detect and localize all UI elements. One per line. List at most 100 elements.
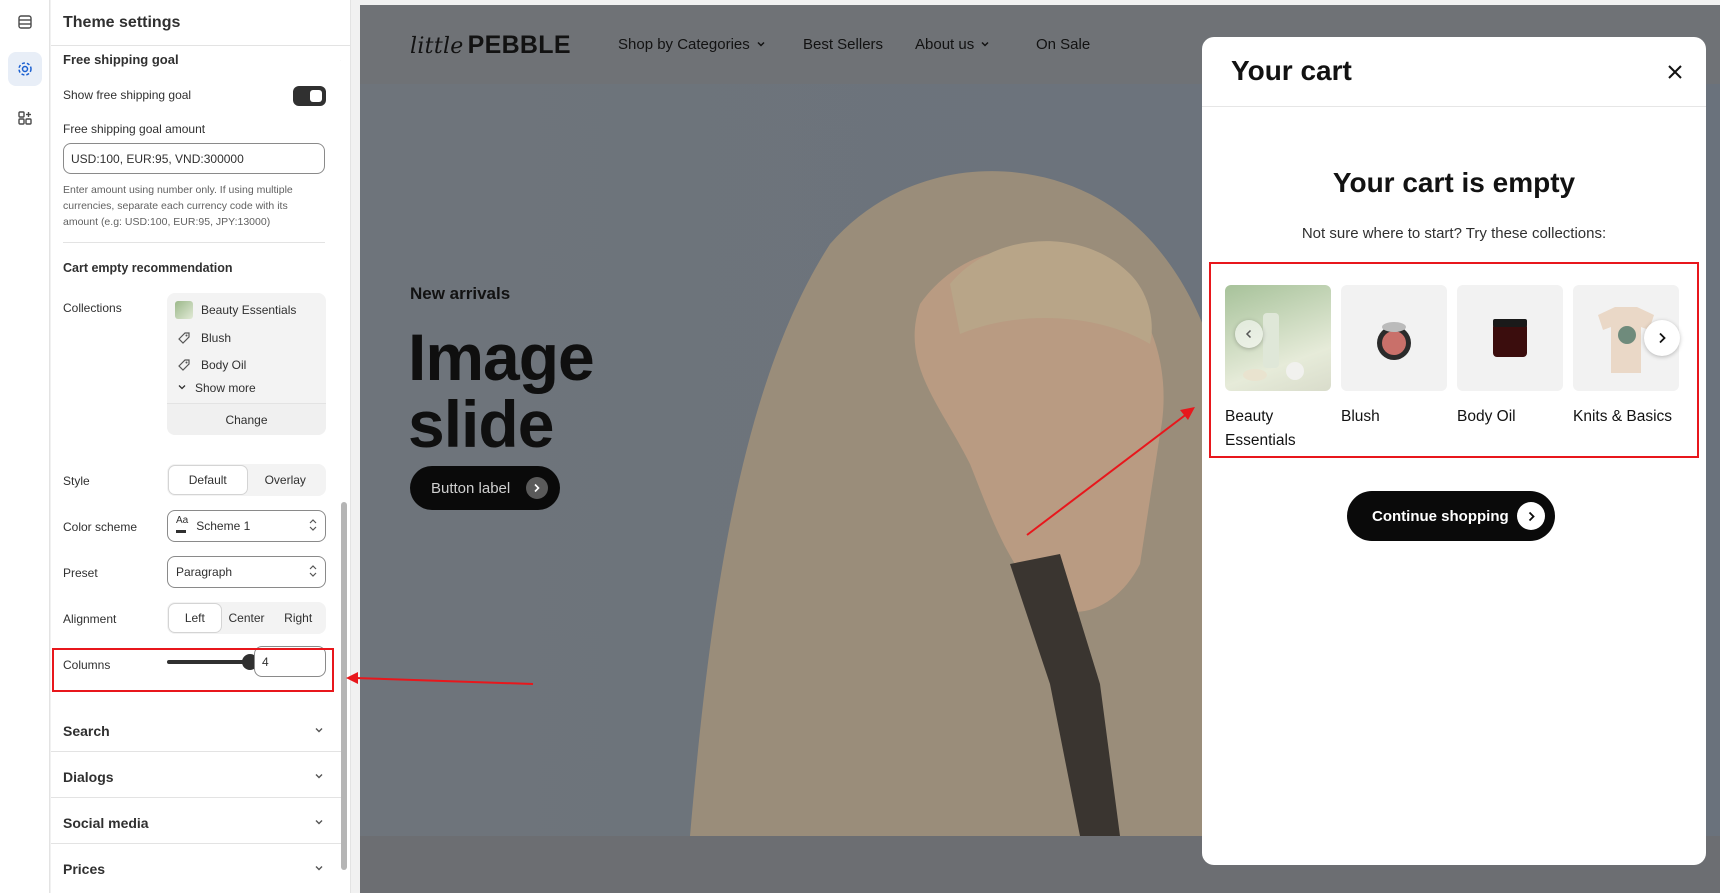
chevron-down-icon: [313, 815, 325, 831]
show-more-button[interactable]: Show more: [177, 381, 256, 395]
help-line: amount (e.g: USD:100, EUR:95, JPY:13000): [63, 216, 271, 228]
hero-title: Image slide: [408, 320, 595, 461]
hero-eyebrow: New arrivals: [410, 284, 511, 303]
preset-select[interactable]: Paragraph: [167, 556, 326, 588]
nav-best-sellers[interactable]: Best Sellers: [803, 36, 883, 53]
collections-label: Collections: [63, 301, 122, 315]
chevron-down-icon: [313, 861, 325, 877]
accordion-social-media[interactable]: Social media: [63, 815, 325, 831]
collection-name: Beauty Essentials: [201, 303, 297, 317]
sections-icon[interactable]: [8, 5, 42, 39]
panel-scrollbar[interactable]: [341, 502, 347, 870]
free-shipping-amount-label: Free shipping goal amount: [63, 122, 206, 136]
alignment-option-center[interactable]: Center: [221, 604, 273, 632]
nav-label: Best Sellers: [803, 36, 884, 53]
color-scheme-label: Color scheme: [63, 520, 138, 534]
hero-button-label: Button label: [431, 479, 511, 497]
preset-value: Paragraph: [176, 565, 233, 579]
settings-scroll-area: Free shipping goal ▲ Show free shipping …: [51, 46, 341, 893]
alignment-option-right[interactable]: Right: [272, 604, 324, 632]
show-free-shipping-toggle[interactable]: [293, 86, 326, 106]
store-logo[interactable]: little PEBBLE: [410, 31, 571, 60]
help-line: currencies, separate each currency code …: [63, 200, 288, 212]
collection-name: Body Oil: [201, 358, 247, 372]
nav-on-sale[interactable]: On Sale: [1036, 36, 1090, 53]
nav-label: About us: [915, 36, 975, 53]
accordion-prices[interactable]: Prices: [63, 861, 325, 877]
cart-drawer-header: Your cart: [1202, 37, 1706, 107]
style-option-default[interactable]: Default: [169, 466, 247, 494]
cart-empty-subtitle: Not sure where to start? Try these colle…: [1301, 225, 1607, 242]
cart-empty-title: Your cart is empty: [1332, 167, 1576, 198]
accordion-label: Dialogs: [63, 769, 114, 785]
nav-about-us[interactable]: About us: [915, 36, 990, 53]
alignment-label: Alignment: [63, 612, 117, 626]
accordion-label: Social media: [63, 815, 149, 831]
free-shipping-heading: Free shipping goal: [63, 52, 179, 67]
hero-button[interactable]: Button label: [410, 466, 560, 510]
close-icon[interactable]: [1662, 59, 1688, 85]
collection-item-beauty-essentials[interactable]: Beauty Essentials: [175, 301, 296, 319]
divider: [63, 242, 325, 243]
chevron-down-icon: [177, 381, 187, 395]
divider: [51, 843, 341, 844]
alignment-segmented-control: Left Center Right: [167, 602, 326, 634]
chevron-down-icon: [980, 36, 990, 53]
style-segmented-control: Default Overlay: [167, 464, 326, 496]
accordion-label: Search: [63, 723, 110, 739]
scheme-swatch-icon: Aa: [176, 516, 188, 536]
color-scheme-value-wrap: Aa Scheme 1: [176, 516, 250, 536]
app-root: Theme settings Free shipping goal ▲ Show…: [0, 0, 1720, 893]
gear-icon[interactable]: [8, 52, 42, 86]
color-scheme-select[interactable]: Aa Scheme 1: [167, 510, 326, 542]
free-shipping-help: Enter amount using number only. If using…: [63, 182, 333, 230]
chevron-down-icon: [313, 723, 325, 739]
logo-word: PEBBLE: [467, 31, 571, 59]
divider: [51, 751, 341, 752]
chevron-down-icon: [756, 36, 766, 53]
theme-settings-panel: Theme settings Free shipping goal ▲ Show…: [51, 0, 351, 893]
columns-highlight-box: [52, 648, 334, 692]
scroll-up-icon[interactable]: ▲: [339, 53, 341, 63]
apps-icon[interactable]: [8, 101, 42, 135]
style-label: Style: [63, 474, 90, 488]
show-more-label: Show more: [195, 381, 256, 395]
nav-shop-by-categories[interactable]: Shop by Categories: [618, 36, 766, 53]
editor-rail: [0, 0, 50, 893]
continue-shopping-button[interactable]: Continue shopping: [1347, 491, 1555, 541]
color-scheme-value: Scheme 1: [196, 519, 251, 533]
free-shipping-amount-input[interactable]: USD:100, EUR:95, VND:300000: [63, 143, 325, 174]
change-collections-button[interactable]: Change: [167, 403, 326, 435]
collection-name: Blush: [201, 331, 232, 345]
collections-highlight-box: [1209, 262, 1699, 458]
select-arrows-icon: [309, 564, 317, 580]
nav-label: On Sale: [1036, 36, 1091, 53]
collection-thumb: [175, 301, 193, 319]
collection-icon: [175, 356, 193, 374]
nav-label: Shop by Categories: [618, 36, 750, 53]
style-option-overlay[interactable]: Overlay: [247, 466, 325, 494]
chevron-down-icon: [313, 769, 325, 785]
accordion-search[interactable]: Search: [63, 723, 325, 739]
panel-title: Theme settings: [51, 0, 350, 46]
show-free-shipping-label: Show free shipping goal: [63, 88, 192, 102]
collections-picker: Beauty Essentials Blush Body Oil Show mo…: [167, 293, 326, 435]
preset-label: Preset: [63, 566, 98, 580]
divider: [51, 797, 341, 798]
continue-shopping-label: Continue shopping: [1372, 507, 1509, 525]
help-line: Enter amount using number only. If using…: [63, 184, 293, 196]
chevron-right-icon: [1517, 502, 1545, 530]
accordion-label: Prices: [63, 861, 106, 877]
hero-title-line: Image: [408, 320, 595, 394]
alignment-option-left[interactable]: Left: [169, 604, 221, 632]
hero-title-line: slide: [408, 387, 554, 461]
collection-icon: [175, 329, 193, 347]
cart-title: Your cart: [1231, 55, 1352, 86]
select-arrows-icon: [309, 518, 317, 534]
collection-item-blush[interactable]: Blush: [175, 329, 231, 347]
collection-item-body-oil[interactable]: Body Oil: [175, 356, 246, 374]
logo-script: little: [410, 34, 464, 59]
chevron-right-icon: [526, 477, 548, 499]
accordion-dialogs[interactable]: Dialogs: [63, 769, 325, 785]
cart-empty-heading: Cart empty recommendation: [63, 261, 233, 275]
